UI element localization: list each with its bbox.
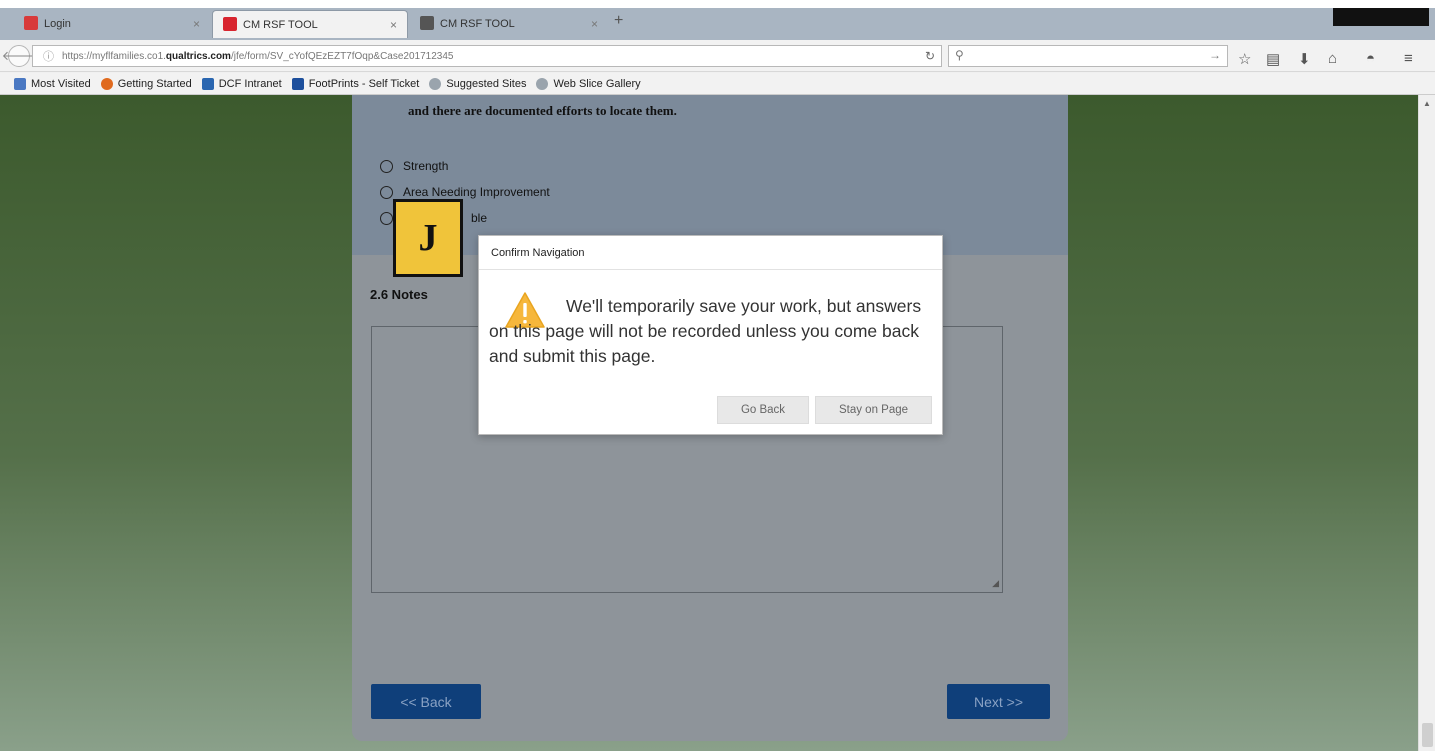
next-button[interactable]: Next >> xyxy=(947,684,1050,719)
annotation-marker: J xyxy=(393,199,463,277)
question-text: and there are documented efforts to loca… xyxy=(408,103,677,118)
qualtrics-favicon-icon xyxy=(223,17,237,31)
footprints-icon xyxy=(291,77,304,90)
url-text: https://myflfamilies.co1.qualtrics.com/j… xyxy=(62,50,454,62)
url-bar[interactable]: ⓘ https://myflfamilies.co1.qualtrics.com… xyxy=(32,45,942,67)
search-input[interactable]: ⚲ → xyxy=(948,45,1228,67)
radio-button[interactable] xyxy=(380,185,393,199)
nav-bar: 🡐 ⓘ https://myflfamilies.co1.qualtrics.c… xyxy=(0,40,1435,72)
back-button[interactable]: << Back xyxy=(371,684,481,719)
bookmarks-list-icon[interactable]: ▤ xyxy=(1266,50,1280,68)
radio-button[interactable] xyxy=(380,159,393,173)
search-icon: ⚲ xyxy=(955,48,964,62)
bookmark-web-slice-gallery[interactable]: Web Slice Gallery xyxy=(536,77,641,90)
bookmarks-bar: Most Visited Getting Started DCF Intrane… xyxy=(0,73,1435,95)
redacted-block xyxy=(1333,8,1429,26)
tab-cm-rsf-tool[interactable]: CM RSF TOOL × xyxy=(410,10,608,38)
pocket-icon[interactable]: ◓ xyxy=(1366,50,1375,67)
go-back-button[interactable]: Go Back xyxy=(717,396,809,424)
stay-on-page-button[interactable]: Stay on Page xyxy=(815,396,932,424)
dialog-title: Confirm Navigation xyxy=(479,236,942,270)
qualtrics-favicon-icon xyxy=(24,16,38,30)
go-arrow-icon[interactable]: → xyxy=(1209,48,1221,62)
confirm-navigation-dialog: Confirm Navigation We'll temporarily sav… xyxy=(478,235,943,435)
notes-label: 2.6 Notes xyxy=(370,287,428,302)
download-icon[interactable]: ⬇ xyxy=(1298,50,1311,68)
tab-label: CM RSF TOOL xyxy=(440,18,515,30)
reload-icon[interactable]: ↻ xyxy=(925,49,935,63)
tab-cm-rsf-tool-active[interactable]: CM RSF TOOL × xyxy=(212,10,408,38)
bookmark-suggested-sites[interactable]: Suggested Sites xyxy=(429,77,526,90)
back-arrow-icon[interactable]: 🡐 xyxy=(2,45,36,67)
ie-icon xyxy=(536,77,549,90)
tab-login[interactable]: Login × xyxy=(14,10,210,38)
page-scrollbar[interactable]: ▲ xyxy=(1418,95,1435,751)
bookmark-most-visited[interactable]: Most Visited xyxy=(14,77,91,90)
new-tab-icon[interactable]: + xyxy=(614,12,623,30)
close-icon[interactable]: × xyxy=(193,17,200,31)
radio-button[interactable] xyxy=(380,211,393,225)
option-area-needing-improvement[interactable]: Area Needing Improvement xyxy=(380,185,550,199)
info-icon[interactable]: ⓘ xyxy=(43,48,54,64)
close-icon[interactable]: × xyxy=(591,17,598,31)
option-strength[interactable]: Strength xyxy=(380,159,448,173)
firefox-icon xyxy=(100,77,113,90)
tab-label: CM RSF TOOL xyxy=(243,18,318,31)
close-icon[interactable]: × xyxy=(390,18,397,32)
bookmark-footprints[interactable]: FootPrints - Self Ticket xyxy=(291,77,419,90)
scroll-up-icon[interactable]: ▲ xyxy=(1423,99,1431,108)
dcf-icon xyxy=(201,77,214,90)
ie-icon xyxy=(429,77,442,90)
resize-grip-icon[interactable]: ◢ xyxy=(992,578,999,589)
bookmark-dcf-intranet[interactable]: DCF Intranet xyxy=(201,77,282,90)
folder-icon xyxy=(14,77,26,90)
bookmark-getting-started[interactable]: Getting Started xyxy=(100,77,192,90)
scrollbar-thumb[interactable] xyxy=(1422,723,1433,747)
home-icon[interactable]: ⌂ xyxy=(1328,50,1337,67)
menu-icon[interactable]: ≡ xyxy=(1404,50,1413,67)
tab-label: Login xyxy=(44,18,71,30)
tab-bar: Login × CM RSF TOOL × CM RSF TOOL × + xyxy=(0,0,1435,40)
dialog-message: We'll temporarily save your work, but an… xyxy=(489,296,922,366)
bookmark-star-icon[interactable]: ☆ xyxy=(1238,50,1251,68)
tab-bar-top xyxy=(0,0,1435,8)
qualtrics-favicon-icon xyxy=(420,16,434,30)
